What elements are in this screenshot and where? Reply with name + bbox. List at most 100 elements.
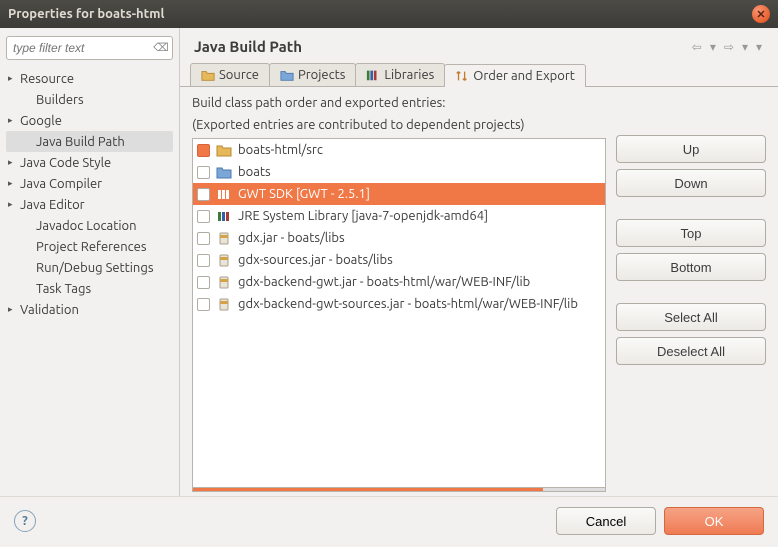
entry-checkbox[interactable] [197, 298, 210, 311]
cancel-button[interactable]: Cancel [556, 507, 656, 535]
tree-item-java-compiler[interactable]: ▸Java Compiler [6, 173, 173, 194]
tree-item-label: Resource [20, 72, 74, 86]
tree-item-label: Project References [36, 240, 146, 254]
lib-stack-icon [216, 209, 232, 223]
books-icon [366, 68, 380, 82]
folder-src-icon [216, 143, 232, 157]
entry-row[interactable]: boats [193, 161, 605, 183]
lib-stack-icon [216, 187, 232, 201]
entry-checkbox[interactable] [197, 254, 210, 267]
tab-label: Order and Export [473, 69, 575, 83]
entry-row[interactable]: gdx-sources.jar - boats/libs [193, 249, 605, 271]
tree-item-label: Java Compiler [20, 177, 102, 191]
entry-row[interactable]: boats-html/src [193, 139, 605, 161]
jar-icon [216, 253, 232, 267]
tree-item-task-tags[interactable]: Task Tags [6, 278, 173, 299]
tree-item-validation[interactable]: ▸Validation [6, 299, 173, 320]
jar-icon [216, 231, 232, 245]
entry-checkbox[interactable] [197, 232, 210, 245]
entry-label: gdx.jar - boats/libs [238, 231, 345, 245]
nav-arrows: ⇦ ▾ ⇨ ▾ ▾ [690, 40, 764, 54]
entry-label: GWT SDK [GWT - 2.5.1] [238, 187, 370, 201]
entry-row[interactable]: gdx-backend-gwt.jar - boats-html/war/WEB… [193, 271, 605, 293]
tabs: Source Projects Libraries Order and Export [180, 63, 778, 87]
entry-label: gdx-backend-gwt-sources.jar - boats-html… [238, 297, 578, 311]
entry-row[interactable]: gdx-backend-gwt-sources.jar - boats-html… [193, 293, 605, 315]
forward-icon[interactable]: ⇨ [722, 40, 736, 54]
up-button[interactable]: Up [616, 135, 766, 163]
tab-order-and-export[interactable]: Order and Export [444, 64, 586, 87]
bottom-button[interactable]: Bottom [616, 253, 766, 281]
entry-checkbox[interactable] [197, 166, 210, 179]
tab-label: Source [219, 68, 259, 82]
down-button[interactable]: Down [616, 169, 766, 197]
tree-item-label: Javadoc Location [36, 219, 137, 233]
entries-list[interactable]: boats-html/src boats ✓ GWT SDK [GWT - 2.5.1… [192, 138, 606, 488]
entry-label: boats-html/src [238, 143, 323, 157]
folder-src-icon [201, 68, 215, 82]
filter-input[interactable] [6, 36, 173, 60]
tree-item-resource[interactable]: ▸Resource [6, 68, 173, 89]
tree-item-label: Java Code Style [20, 156, 111, 170]
entry-checkbox[interactable] [197, 210, 210, 223]
chevron-right-icon[interactable]: ▸ [8, 73, 20, 84]
select-all-button[interactable]: Select All [616, 303, 766, 331]
tree-item-java-editor[interactable]: ▸Java Editor [6, 194, 173, 215]
entry-row[interactable]: JRE System Library [java-7-openjdk-amd64… [193, 205, 605, 227]
entry-label: gdx-sources.jar - boats/libs [238, 253, 393, 267]
tab-source[interactable]: Source [190, 63, 270, 86]
entry-checkbox[interactable]: ✓ [197, 188, 210, 201]
entry-row[interactable]: gdx.jar - boats/libs [193, 227, 605, 249]
tree-item-javadoc-location[interactable]: Javadoc Location [6, 215, 173, 236]
tree-item-label: Java Build Path [36, 135, 125, 149]
tree-item-builders[interactable]: Builders [6, 89, 173, 110]
description-line-2: (Exported entries are contributed to dep… [192, 117, 606, 135]
help-icon[interactable]: ? [14, 510, 36, 532]
folder-proj-icon [280, 68, 294, 82]
entry-checkbox[interactable] [197, 144, 210, 157]
jar-icon [216, 297, 232, 311]
entry-checkbox[interactable] [197, 276, 210, 289]
tree-item-label: Validation [20, 303, 79, 317]
tree-item-label: Builders [36, 93, 84, 107]
tree-item-google[interactable]: ▸Google [6, 110, 173, 131]
title-bar: Properties for boats-html ✕ [0, 0, 778, 28]
jar-icon [216, 275, 232, 289]
ok-button[interactable]: OK [664, 507, 764, 535]
chevron-right-icon[interactable]: ▸ [8, 157, 20, 168]
tree-item-label: Java Editor [20, 198, 85, 212]
tree-item-java-build-path[interactable]: Java Build Path [6, 131, 173, 152]
back-menu-icon[interactable]: ▾ [708, 40, 718, 54]
forward-menu-icon[interactable]: ▾ [740, 40, 750, 54]
window-title: Properties for boats-html [8, 7, 752, 21]
description-line-1: Build class path order and exported entr… [192, 95, 606, 113]
tab-libraries[interactable]: Libraries [355, 63, 445, 86]
sidebar: ⌫ ▸ResourceBuilders▸GoogleJava Build Pat… [0, 28, 180, 496]
view-menu-icon[interactable]: ▾ [754, 40, 764, 54]
chevron-right-icon[interactable]: ▸ [8, 178, 20, 189]
chevron-right-icon[interactable]: ▸ [8, 199, 20, 210]
tab-label: Projects [298, 68, 345, 82]
tree-item-java-code-style[interactable]: ▸Java Code Style [6, 152, 173, 173]
clear-filter-icon[interactable]: ⌫ [153, 39, 169, 55]
deselect-all-button[interactable]: Deselect All [616, 337, 766, 365]
tree-item-label: Run/Debug Settings [36, 261, 153, 275]
back-icon[interactable]: ⇦ [690, 40, 704, 54]
top-button[interactable]: Top [616, 219, 766, 247]
tree-item-label: Google [20, 114, 62, 128]
close-icon[interactable]: ✕ [752, 5, 770, 23]
entry-label: boats [238, 165, 271, 179]
tree-item-project-references[interactable]: Project References [6, 236, 173, 257]
category-tree: ▸ResourceBuilders▸GoogleJava Build Path▸… [6, 68, 173, 488]
entry-label: JRE System Library [java-7-openjdk-amd64… [238, 209, 488, 223]
page-title: Java Build Path [194, 38, 690, 55]
chevron-right-icon[interactable]: ▸ [8, 304, 20, 315]
tree-item-run-debug-settings[interactable]: Run/Debug Settings [6, 257, 173, 278]
tree-item-label: Task Tags [36, 282, 91, 296]
entry-row[interactable]: ✓ GWT SDK [GWT - 2.5.1] [193, 183, 605, 205]
folder-blue-icon [216, 165, 232, 179]
tab-projects[interactable]: Projects [269, 63, 356, 86]
tab-label: Libraries [384, 68, 434, 82]
horizontal-scrollbar[interactable] [192, 488, 606, 492]
chevron-right-icon[interactable]: ▸ [8, 115, 20, 126]
